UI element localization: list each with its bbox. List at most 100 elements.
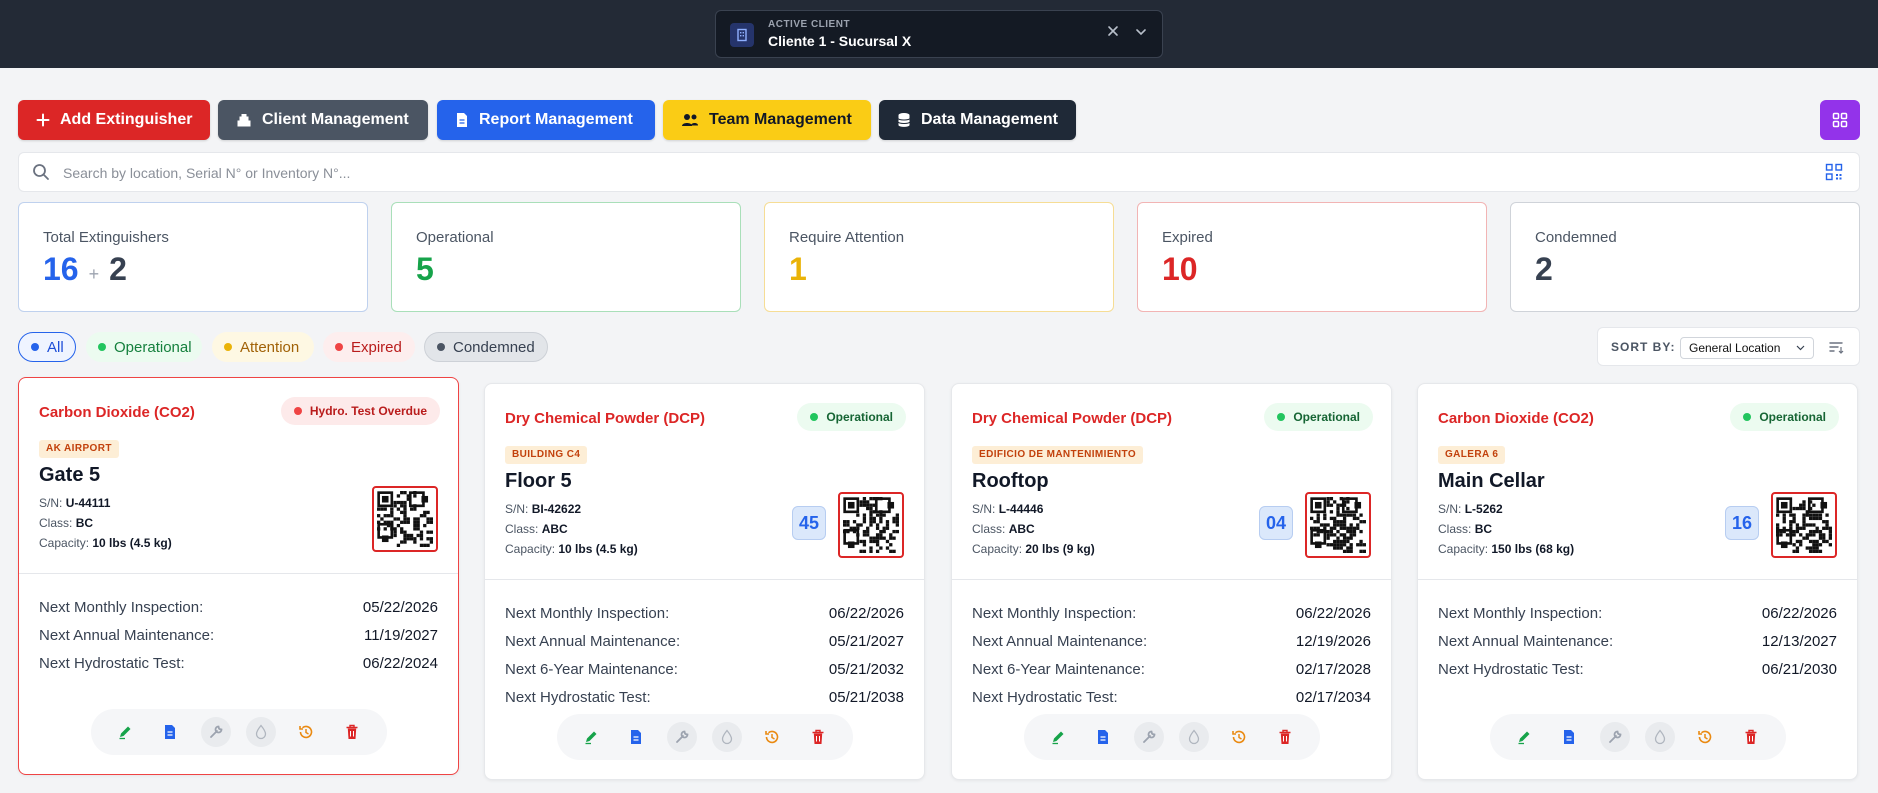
stat-total-values: 16 + 2 — [43, 251, 127, 288]
team-management-button[interactable]: Team Management — [663, 100, 871, 140]
wrench-icon[interactable] — [1133, 722, 1164, 752]
edit-icon[interactable] — [110, 717, 140, 747]
client-management-button[interactable]: Client Management — [218, 100, 428, 140]
maintenance-date: 05/21/2032 — [828, 661, 904, 678]
history-icon[interactable] — [291, 717, 321, 747]
card-divider — [952, 579, 1391, 580]
serial-value: L-44446 — [998, 502, 1044, 516]
wrench-icon[interactable] — [666, 722, 697, 752]
stat-total-value: 16 — [43, 251, 79, 287]
capacity-value: 10 lbs (4.5 kg) — [558, 542, 638, 556]
drop-icon[interactable] — [246, 717, 277, 747]
stat-operational: Operational 5 — [391, 202, 741, 312]
class-value: BC — [75, 516, 94, 530]
wrench-icon[interactable] — [1599, 722, 1630, 752]
extinguisher-class: Class: BC — [1438, 522, 1492, 536]
trash-icon[interactable] — [1736, 722, 1766, 752]
database-icon — [898, 113, 910, 127]
filter-condemned-label: Condemned — [453, 338, 535, 356]
maintenance-date: 02/17/2028 — [1295, 661, 1371, 678]
add-extinguisher-button[interactable]: Add Extinguisher — [18, 100, 210, 140]
document-icon[interactable] — [1088, 722, 1118, 752]
extinguisher-type: Dry Chemical Powder (DCP) — [505, 410, 706, 427]
trash-icon[interactable] — [1270, 722, 1300, 752]
users-icon — [682, 114, 698, 126]
client-management-label: Client Management — [262, 111, 409, 128]
edit-icon[interactable] — [1043, 722, 1073, 752]
serial-label: S/N: — [39, 496, 63, 510]
maintenance-label: Next Monthly Inspection: — [505, 605, 670, 622]
extinguisher-class: Class: BC — [39, 516, 93, 530]
stat-condemned: Condemned 2 — [1510, 202, 1860, 312]
serial-value: BI-42622 — [531, 502, 582, 516]
extinguisher-card[interactable]: Carbon Dioxide (CO2) Operational GALERA … — [1417, 383, 1858, 780]
history-icon[interactable] — [1224, 722, 1254, 752]
class-label: Class: — [972, 522, 1006, 536]
sort-direction-icon[interactable] — [1828, 339, 1844, 355]
serial-number: S/N: L-44446 — [972, 502, 1043, 516]
document-icon[interactable] — [621, 722, 651, 752]
drop-icon[interactable] — [1179, 722, 1210, 752]
edit-icon[interactable] — [576, 722, 606, 752]
filter-expired[interactable]: Expired — [323, 332, 415, 362]
history-icon[interactable] — [1690, 722, 1720, 752]
qr-code[interactable] — [1771, 492, 1837, 558]
status-dot — [98, 343, 106, 351]
extinguisher-card[interactable]: Carbon Dioxide (CO2) Hydro. Test Overdue… — [18, 377, 459, 775]
status-dot — [293, 407, 302, 415]
extinguisher-type: Carbon Dioxide (CO2) — [39, 404, 195, 421]
edit-icon[interactable] — [1509, 722, 1539, 752]
maintenance-row: Next Monthly Inspection: 06/22/2026 — [972, 605, 1371, 625]
qr-scan-icon[interactable] — [1825, 163, 1843, 181]
grid-view-button[interactable] — [1820, 100, 1860, 140]
drop-icon[interactable] — [712, 722, 743, 752]
trash-icon[interactable] — [337, 717, 367, 747]
qr-code[interactable] — [838, 492, 904, 558]
capacity-label: Capacity: — [1438, 542, 1489, 556]
extinguisher-card[interactable]: Dry Chemical Powder (DCP) Operational BU… — [484, 383, 925, 780]
drop-icon[interactable] — [1645, 722, 1676, 752]
data-management-button[interactable]: Data Management — [879, 100, 1076, 140]
sort-select[interactable]: General Location — [1680, 337, 1814, 359]
class-value: ABC — [1008, 522, 1035, 536]
search-icon — [33, 164, 49, 180]
document-icon[interactable] — [155, 717, 185, 747]
maintenance-date: 11/19/2027 — [364, 627, 438, 644]
qr-code[interactable] — [1305, 492, 1371, 558]
serial-number: S/N: U-44111 — [39, 496, 110, 510]
chevron-down-icon[interactable] — [1134, 25, 1148, 44]
extinguisher-type: Dry Chemical Powder (DCP) — [972, 410, 1173, 427]
status-badge: Operational — [1730, 403, 1839, 431]
qr-code[interactable] — [372, 486, 438, 552]
clear-client-icon[interactable] — [1106, 24, 1120, 43]
maintenance-row: Next Annual Maintenance: 12/19/2026 — [972, 633, 1371, 653]
status-dot — [335, 343, 343, 351]
serial-label: S/N: — [1438, 502, 1462, 516]
filter-all-label: All — [47, 338, 64, 356]
maintenance-label: Next Monthly Inspection: — [39, 599, 204, 616]
maintenance-label: Next Hydrostatic Test: — [1438, 661, 1584, 678]
card-actions — [90, 709, 387, 755]
document-icon[interactable] — [1554, 722, 1584, 752]
filter-condemned[interactable]: Condemned — [424, 332, 548, 362]
status-dot — [810, 413, 819, 421]
maintenance-label: Next Annual Maintenance: — [1438, 633, 1614, 650]
filter-expired-label: Expired — [351, 338, 402, 356]
filter-operational[interactable]: Operational — [86, 332, 202, 362]
history-icon[interactable] — [757, 722, 787, 752]
card-divider — [485, 579, 924, 580]
wrench-icon[interactable] — [200, 717, 231, 747]
maintenance-row: Next Monthly Inspection: 06/22/2026 — [1438, 605, 1837, 625]
maintenance-row: Next Annual Maintenance: 12/13/2027 — [1438, 633, 1837, 653]
search-input[interactable] — [63, 161, 1803, 185]
stat-total-label: Total Extinguishers — [43, 229, 169, 246]
report-management-button[interactable]: Report Management — [437, 100, 655, 140]
extinguisher-card[interactable]: Dry Chemical Powder (DCP) Operational ED… — [951, 383, 1392, 780]
filter-all[interactable]: All — [18, 332, 76, 362]
stat-attention-label: Require Attention — [789, 229, 905, 246]
active-client-selector[interactable]: ACTIVE CLIENT Cliente 1 - Sucursal X — [715, 10, 1163, 58]
capacity-label: Capacity: — [972, 542, 1023, 556]
trash-icon[interactable] — [803, 722, 833, 752]
maintenance-date: 02/17/2034 — [1295, 689, 1371, 706]
filter-attention[interactable]: Attention — [212, 332, 314, 362]
